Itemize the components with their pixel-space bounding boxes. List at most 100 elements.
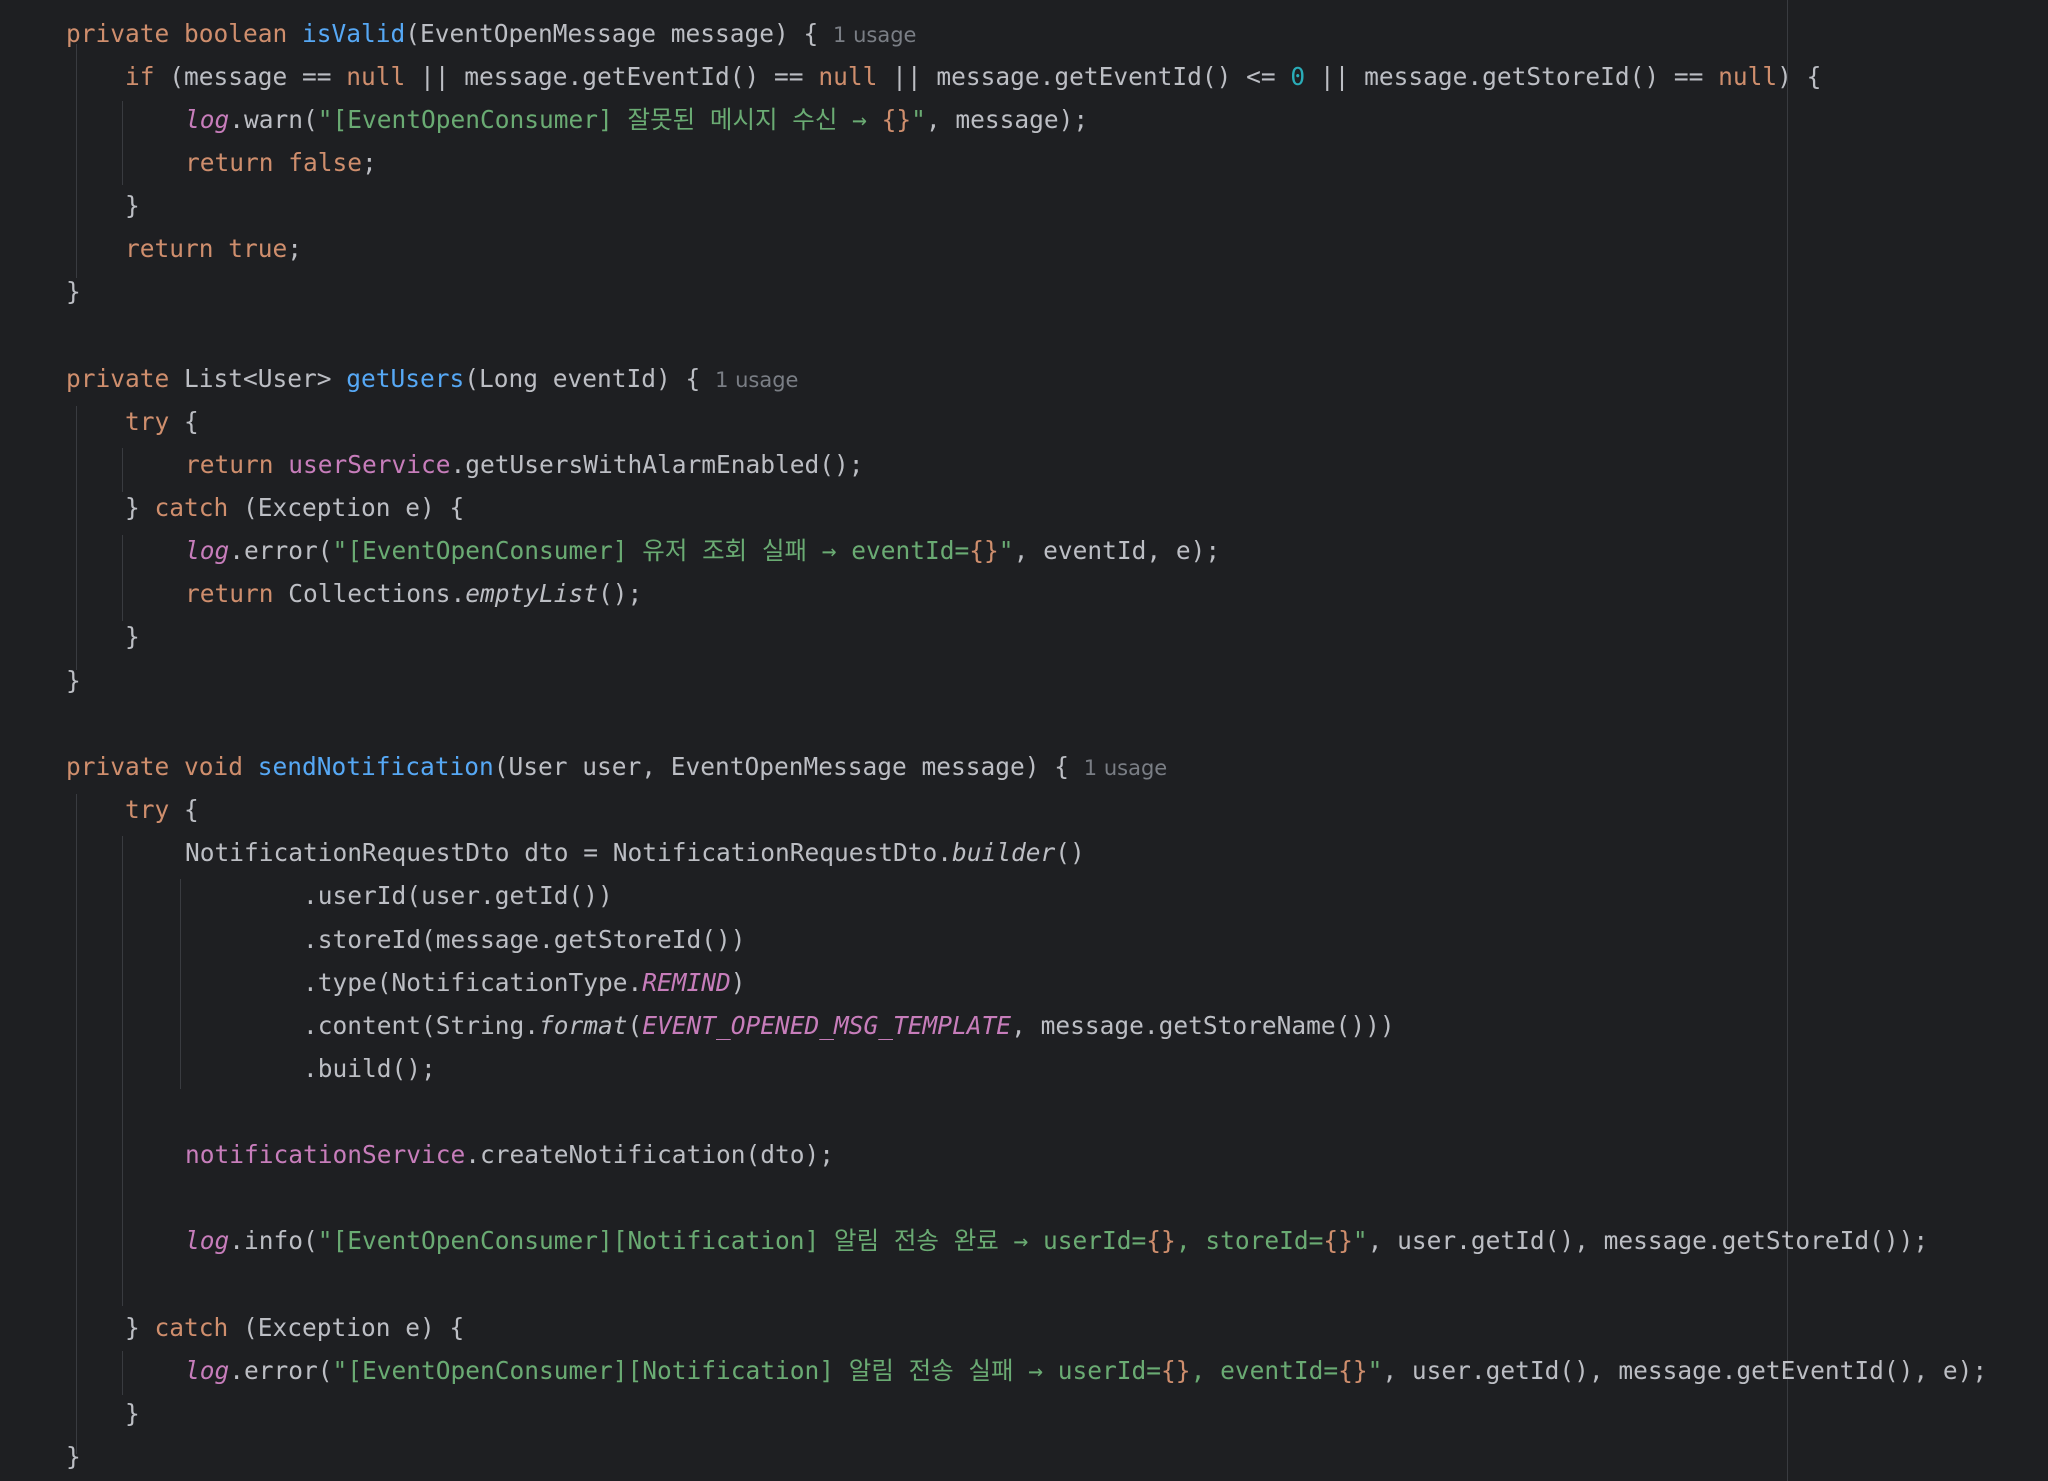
code-line-l29[interactable]: } <box>66 1435 81 1478</box>
code-token: NotificationRequestDto dto = Notificatio… <box>185 838 953 867</box>
code-token: .content(String. <box>303 1011 540 1040</box>
code-token: } <box>125 1313 155 1342</box>
code-line-l8[interactable]: private List<User> getUsers(Long eventId… <box>66 357 798 400</box>
code-line-l2[interactable]: if (message == null || message.getEventI… <box>125 55 1821 98</box>
usage-hint[interactable]: 1 usage <box>833 23 916 47</box>
code-token: } <box>125 493 155 522</box>
code-token: .error( <box>229 536 333 565</box>
code-line-l3[interactable]: log.warn("[EventOpenConsumer] 잘못된 메시지 수신… <box>185 98 1088 141</box>
code-token: private <box>66 364 185 393</box>
code-token: "[EventOpenConsumer][Notification] 알림 전송… <box>317 1226 1147 1255</box>
code-token: , eventId= <box>1190 1356 1339 1385</box>
indent-guide <box>76 406 77 670</box>
code-token: null <box>818 62 878 91</box>
code-token: || message.getEventId() == <box>405 62 819 91</box>
code-token: try <box>125 407 185 436</box>
code-token: ; <box>287 234 303 263</box>
code-line-l9[interactable]: try { <box>125 400 199 443</box>
code-token: emptyList <box>465 579 599 608</box>
indent-guide <box>122 448 123 492</box>
code-line-l21[interactable]: .type(NotificationType.REMIND) <box>303 961 746 1004</box>
code-token: return <box>185 450 289 479</box>
code-line-l14[interactable]: } <box>125 615 140 658</box>
code-token: , message); <box>925 105 1089 134</box>
code-token: (Exception e) { <box>243 493 465 522</box>
code-token: private boolean <box>66 19 303 48</box>
code-token: {} <box>1146 1226 1176 1255</box>
code-line-l6[interactable]: return true; <box>125 227 302 270</box>
code-line-l1[interactable]: private boolean isValid(EventOpenMessage… <box>66 12 916 55</box>
code-line-l4[interactable]: return false; <box>185 141 377 184</box>
code-token: sendNotification <box>257 752 494 781</box>
indent-guide <box>122 101 123 185</box>
code-token: " <box>1367 1356 1383 1385</box>
code-token: () <box>1055 838 1085 867</box>
usage-hint[interactable]: 1 usage <box>715 368 798 392</box>
code-token: null <box>1718 62 1778 91</box>
code-token: userService <box>288 450 451 479</box>
code-token: if <box>125 62 170 91</box>
code-token: .userId(user.getId()) <box>303 881 613 910</box>
code-token: (EventOpenMessage message) { <box>405 19 834 48</box>
code-token: EVENT_OPENED_MSG_TEMPLATE <box>642 1011 1012 1040</box>
code-token: , message.getStoreName())) <box>1011 1011 1395 1040</box>
code-token: .build(); <box>303 1054 436 1083</box>
code-token: log <box>185 105 230 134</box>
code-token: || message.getStoreId() == <box>1305 62 1719 91</box>
code-line-l12[interactable]: log.error("[EventOpenConsumer] 유저 조회 실패 … <box>185 529 1220 572</box>
code-line-l19[interactable]: .userId(user.getId()) <box>303 874 613 917</box>
code-token: {} <box>1161 1356 1191 1385</box>
code-token: } <box>66 1442 81 1471</box>
code-token: .info( <box>229 1226 318 1255</box>
code-token: ( <box>627 1011 643 1040</box>
code-token: .error( <box>229 1356 333 1385</box>
code-token: } <box>125 1399 140 1428</box>
code-token: return true <box>125 234 288 263</box>
code-token: ) <box>730 968 746 997</box>
code-line-l18[interactable]: NotificationRequestDto dto = Notificatio… <box>185 831 1085 874</box>
code-token: catch <box>154 493 244 522</box>
code-line-l23[interactable]: .build(); <box>303 1047 436 1090</box>
code-line-l17[interactable]: try { <box>125 788 199 831</box>
code-token: , eventId, e); <box>1013 536 1221 565</box>
code-line-l26[interactable]: } catch (Exception e) { <box>125 1306 464 1349</box>
code-token: (message == <box>169 62 347 91</box>
code-token: "[EventOpenConsumer] 유저 조회 실패 → eventId= <box>332 536 970 565</box>
code-token: } <box>66 277 81 306</box>
code-editor[interactable]: private boolean isValid(EventOpenMessage… <box>0 0 2048 1481</box>
code-token: .warn( <box>229 105 318 134</box>
code-line-l16[interactable]: private void sendNotification(User user,… <box>66 745 1167 788</box>
code-line-l7[interactable]: } <box>66 270 81 313</box>
code-line-l25[interactable]: log.info("[EventOpenConsumer][Notificati… <box>185 1219 1928 1262</box>
indent-guide <box>122 1351 123 1395</box>
code-token: getUsers <box>346 364 465 393</box>
code-token: , user.getId(), message.getEventId(), e)… <box>1382 1356 1988 1385</box>
code-line-l22[interactable]: .content(String.format(EVENT_OPENED_MSG_… <box>303 1004 1395 1047</box>
code-line-l20[interactable]: .storeId(message.getStoreId()) <box>303 918 746 961</box>
code-token: (Long eventId) { <box>464 364 716 393</box>
code-token: || message.getEventId() <= <box>877 62 1291 91</box>
code-token: {} <box>969 536 999 565</box>
code-line-l27[interactable]: log.error("[EventOpenConsumer][Notificat… <box>185 1349 1987 1392</box>
code-token: } <box>125 622 140 651</box>
code-line-l13[interactable]: return Collections.emptyList(); <box>185 572 642 615</box>
code-token: Collections. <box>288 579 466 608</box>
usage-hint[interactable]: 1 usage <box>1084 756 1167 780</box>
code-line-l24[interactable]: notificationService.createNotification(d… <box>185 1133 834 1176</box>
code-line-l5[interactable]: } <box>125 184 140 227</box>
code-line-l10[interactable]: return userService.getUsersWithAlarmEnab… <box>185 443 864 486</box>
code-token: " <box>911 105 926 134</box>
code-token: .createNotification(dto); <box>465 1140 835 1169</box>
code-token: "[EventOpenConsumer][Notification] 알림 전송… <box>332 1356 1162 1385</box>
code-token: ) { <box>1777 62 1822 91</box>
code-token: { <box>184 407 199 436</box>
code-token: try <box>125 795 185 824</box>
code-token: private void <box>66 752 258 781</box>
code-line-l11[interactable]: } catch (Exception e) { <box>125 486 464 529</box>
code-token: "[EventOpenConsumer] 잘못된 메시지 수신 → <box>317 105 882 134</box>
code-line-l15[interactable]: } <box>66 659 81 702</box>
code-line-l28[interactable]: } <box>125 1392 140 1435</box>
code-token: , user.getId(), message.getStoreId()); <box>1367 1226 1929 1255</box>
code-token: isValid <box>302 19 406 48</box>
code-token: " <box>998 536 1014 565</box>
